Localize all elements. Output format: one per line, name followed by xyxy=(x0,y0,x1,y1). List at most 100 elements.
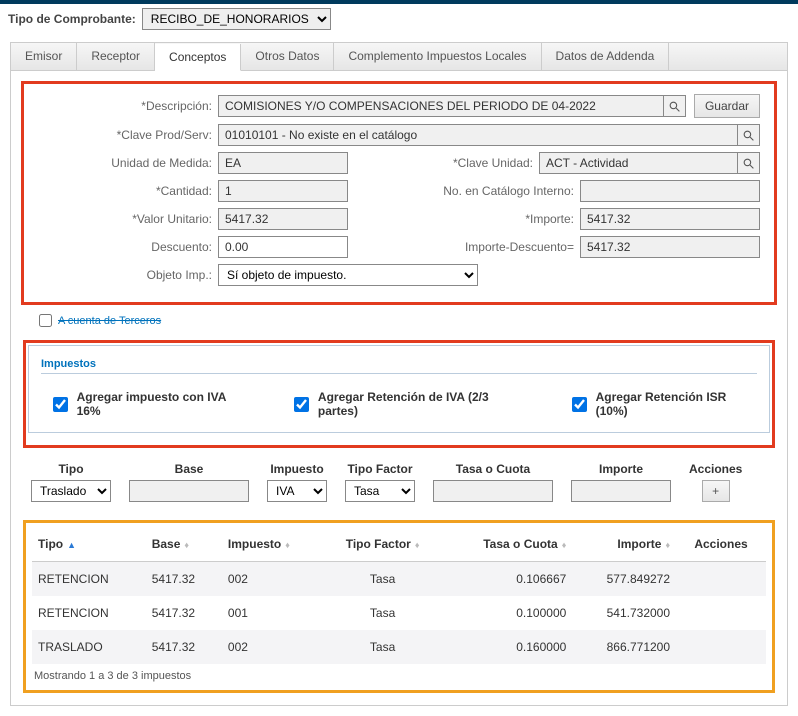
cell-impuesto: 002 xyxy=(222,630,324,664)
objeto-select[interactable]: Sí objeto de impuesto. xyxy=(218,264,478,286)
th-tipofactor[interactable]: Tipo Factor♦ xyxy=(324,527,442,562)
th-importe[interactable]: Importe♦ xyxy=(572,527,676,562)
cell-tipo: RETENCION xyxy=(32,596,146,630)
cell-base: 5417.32 xyxy=(146,630,222,664)
tab-emisor[interactable]: Emisor xyxy=(11,43,77,70)
add-tax-button[interactable]: + xyxy=(702,480,730,502)
tax-input-row: Tipo Traslado Base Impuesto IVA Tipo Fac… xyxy=(21,462,777,502)
catalogo-input[interactable] xyxy=(580,180,760,202)
tax-tipofactor-select[interactable]: Tasa xyxy=(345,480,415,502)
claveps-label: *Clave Prod/Serv: xyxy=(28,128,218,142)
descripcion-search-icon[interactable] xyxy=(664,95,686,117)
claveps-input[interactable] xyxy=(218,124,738,146)
cell-acciones xyxy=(676,596,766,630)
tax-tasa-input[interactable] xyxy=(433,480,553,502)
importe-label: *Importe: xyxy=(440,212,580,226)
table-row[interactable]: TRASLADO5417.32002Tasa0.160000866.771200 xyxy=(32,630,766,664)
sort-icon: ♦ xyxy=(562,540,567,550)
cell-tasa: 0.106667 xyxy=(442,562,573,597)
cell-tipo: RETENCION xyxy=(32,562,146,597)
cell-base: 5417.32 xyxy=(146,562,222,597)
concepto-box: *Descripción: Guardar *Clave Prod/Serv: … xyxy=(21,81,777,305)
cell-acciones xyxy=(676,630,766,664)
descuento-label: Descuento: xyxy=(28,240,218,254)
chk-ret-iva[interactable]: Agregar Retención de IVA (2/3 partes) xyxy=(290,390,526,418)
cell-tipofactor: Tasa xyxy=(324,562,442,597)
tab-otros-datos[interactable]: Otros Datos xyxy=(241,43,334,70)
chk-iva16-label: Agregar impuesto con IVA 16% xyxy=(77,390,249,418)
tax-importe-input[interactable] xyxy=(571,480,671,502)
claveu-search-icon[interactable] xyxy=(738,152,760,174)
tax-table: Tipo▲ Base♦ Impuesto♦ Tipo Factor♦ Tasa … xyxy=(32,527,766,664)
tax-base-label: Base xyxy=(175,462,204,476)
th-impuesto[interactable]: Impuesto♦ xyxy=(222,527,324,562)
impuestos-section: Impuestos Agregar impuesto con IVA 16% A… xyxy=(23,340,775,448)
sort-icon: ♦ xyxy=(285,540,290,550)
sort-icon: ♦ xyxy=(184,540,189,550)
unidad-input[interactable] xyxy=(218,152,348,174)
tax-tipofactor-label: Tipo Factor xyxy=(347,462,412,476)
tax-table-box: Tipo▲ Base♦ Impuesto♦ Tipo Factor♦ Tasa … xyxy=(23,520,775,693)
tax-tasa-label: Tasa o Cuota xyxy=(456,462,530,476)
cell-impuesto: 001 xyxy=(222,596,324,630)
tax-impuesto-select[interactable]: IVA xyxy=(267,480,327,502)
claveu-input[interactable] xyxy=(539,152,738,174)
table-row[interactable]: RETENCION5417.32002Tasa0.106667577.84927… xyxy=(32,562,766,597)
cell-importe: 577.849272 xyxy=(572,562,676,597)
tab-receptor[interactable]: Receptor xyxy=(77,43,155,70)
tax-tipo-label: Tipo xyxy=(58,462,83,476)
terceros-checkbox[interactable] xyxy=(39,314,52,327)
cell-tipo: TRASLADO xyxy=(32,630,146,664)
voucher-type-select[interactable]: RECIBO_DE_HONORARIOS xyxy=(142,8,331,30)
cell-tipofactor: Tasa xyxy=(324,630,442,664)
cantidad-label: *Cantidad: xyxy=(28,184,218,198)
chk-iva16-input[interactable] xyxy=(53,397,68,412)
catalogo-label: No. en Catálogo Interno: xyxy=(440,184,580,198)
cell-acciones xyxy=(676,562,766,597)
unidad-label: Unidad de Medida: xyxy=(28,156,218,170)
tab-conceptos[interactable]: Conceptos xyxy=(155,44,241,71)
descripcion-input[interactable] xyxy=(218,95,664,117)
cell-tasa: 0.100000 xyxy=(442,596,573,630)
guardar-button[interactable]: Guardar xyxy=(694,94,760,118)
cell-base: 5417.32 xyxy=(146,596,222,630)
impuestos-heading: Impuestos xyxy=(41,358,757,374)
th-tipo[interactable]: Tipo▲ xyxy=(32,527,146,562)
th-base[interactable]: Base♦ xyxy=(146,527,222,562)
cantidad-input[interactable] xyxy=(218,180,348,202)
tab-complemento[interactable]: Complemento Impuestos Locales xyxy=(334,43,541,70)
th-tasa[interactable]: Tasa o Cuota♦ xyxy=(442,527,573,562)
importe-input[interactable] xyxy=(580,208,760,230)
tab-addenda[interactable]: Datos de Addenda xyxy=(542,43,670,70)
claveu-label: *Clave Unidad: xyxy=(399,156,539,170)
impdesc-input xyxy=(580,236,760,258)
cell-importe: 541.732000 xyxy=(572,596,676,630)
tax-table-footer: Mostrando 1 a 3 de 3 impuestos xyxy=(32,664,766,684)
chk-ret-isr-label: Agregar Retención ISR (10%) xyxy=(596,390,757,418)
chk-ret-isr[interactable]: Agregar Retención ISR (10%) xyxy=(568,390,757,418)
chk-iva16[interactable]: Agregar impuesto con IVA 16% xyxy=(49,390,248,418)
tax-impuesto-label: Impuesto xyxy=(270,462,323,476)
tax-tipo-select[interactable]: Traslado xyxy=(31,480,111,502)
sort-icon: ♦ xyxy=(415,540,420,550)
valoru-label: *Valor Unitario: xyxy=(28,212,218,226)
valoru-input[interactable] xyxy=(218,208,348,230)
cell-tasa: 0.160000 xyxy=(442,630,573,664)
tax-base-input[interactable] xyxy=(129,480,249,502)
cell-tipofactor: Tasa xyxy=(324,596,442,630)
claveps-search-icon[interactable] xyxy=(738,124,760,146)
descuento-input[interactable] xyxy=(218,236,348,258)
th-acciones: Acciones xyxy=(676,527,766,562)
cell-importe: 866.771200 xyxy=(572,630,676,664)
sort-asc-icon: ▲ xyxy=(67,540,76,550)
tax-importe-label: Importe xyxy=(599,462,643,476)
chk-ret-iva-label: Agregar Retención de IVA (2/3 partes) xyxy=(318,390,526,418)
objeto-label: Objeto Imp.: xyxy=(28,268,218,282)
tax-acciones-label: Acciones xyxy=(689,462,742,476)
chk-ret-isr-input[interactable] xyxy=(572,397,587,412)
chk-ret-iva-input[interactable] xyxy=(294,397,309,412)
tab-bar: Emisor Receptor Conceptos Otros Datos Co… xyxy=(10,42,788,70)
impdesc-label: Importe-Descuento= xyxy=(440,240,580,254)
table-row[interactable]: RETENCION5417.32001Tasa0.100000541.73200… xyxy=(32,596,766,630)
sort-icon: ♦ xyxy=(665,540,670,550)
